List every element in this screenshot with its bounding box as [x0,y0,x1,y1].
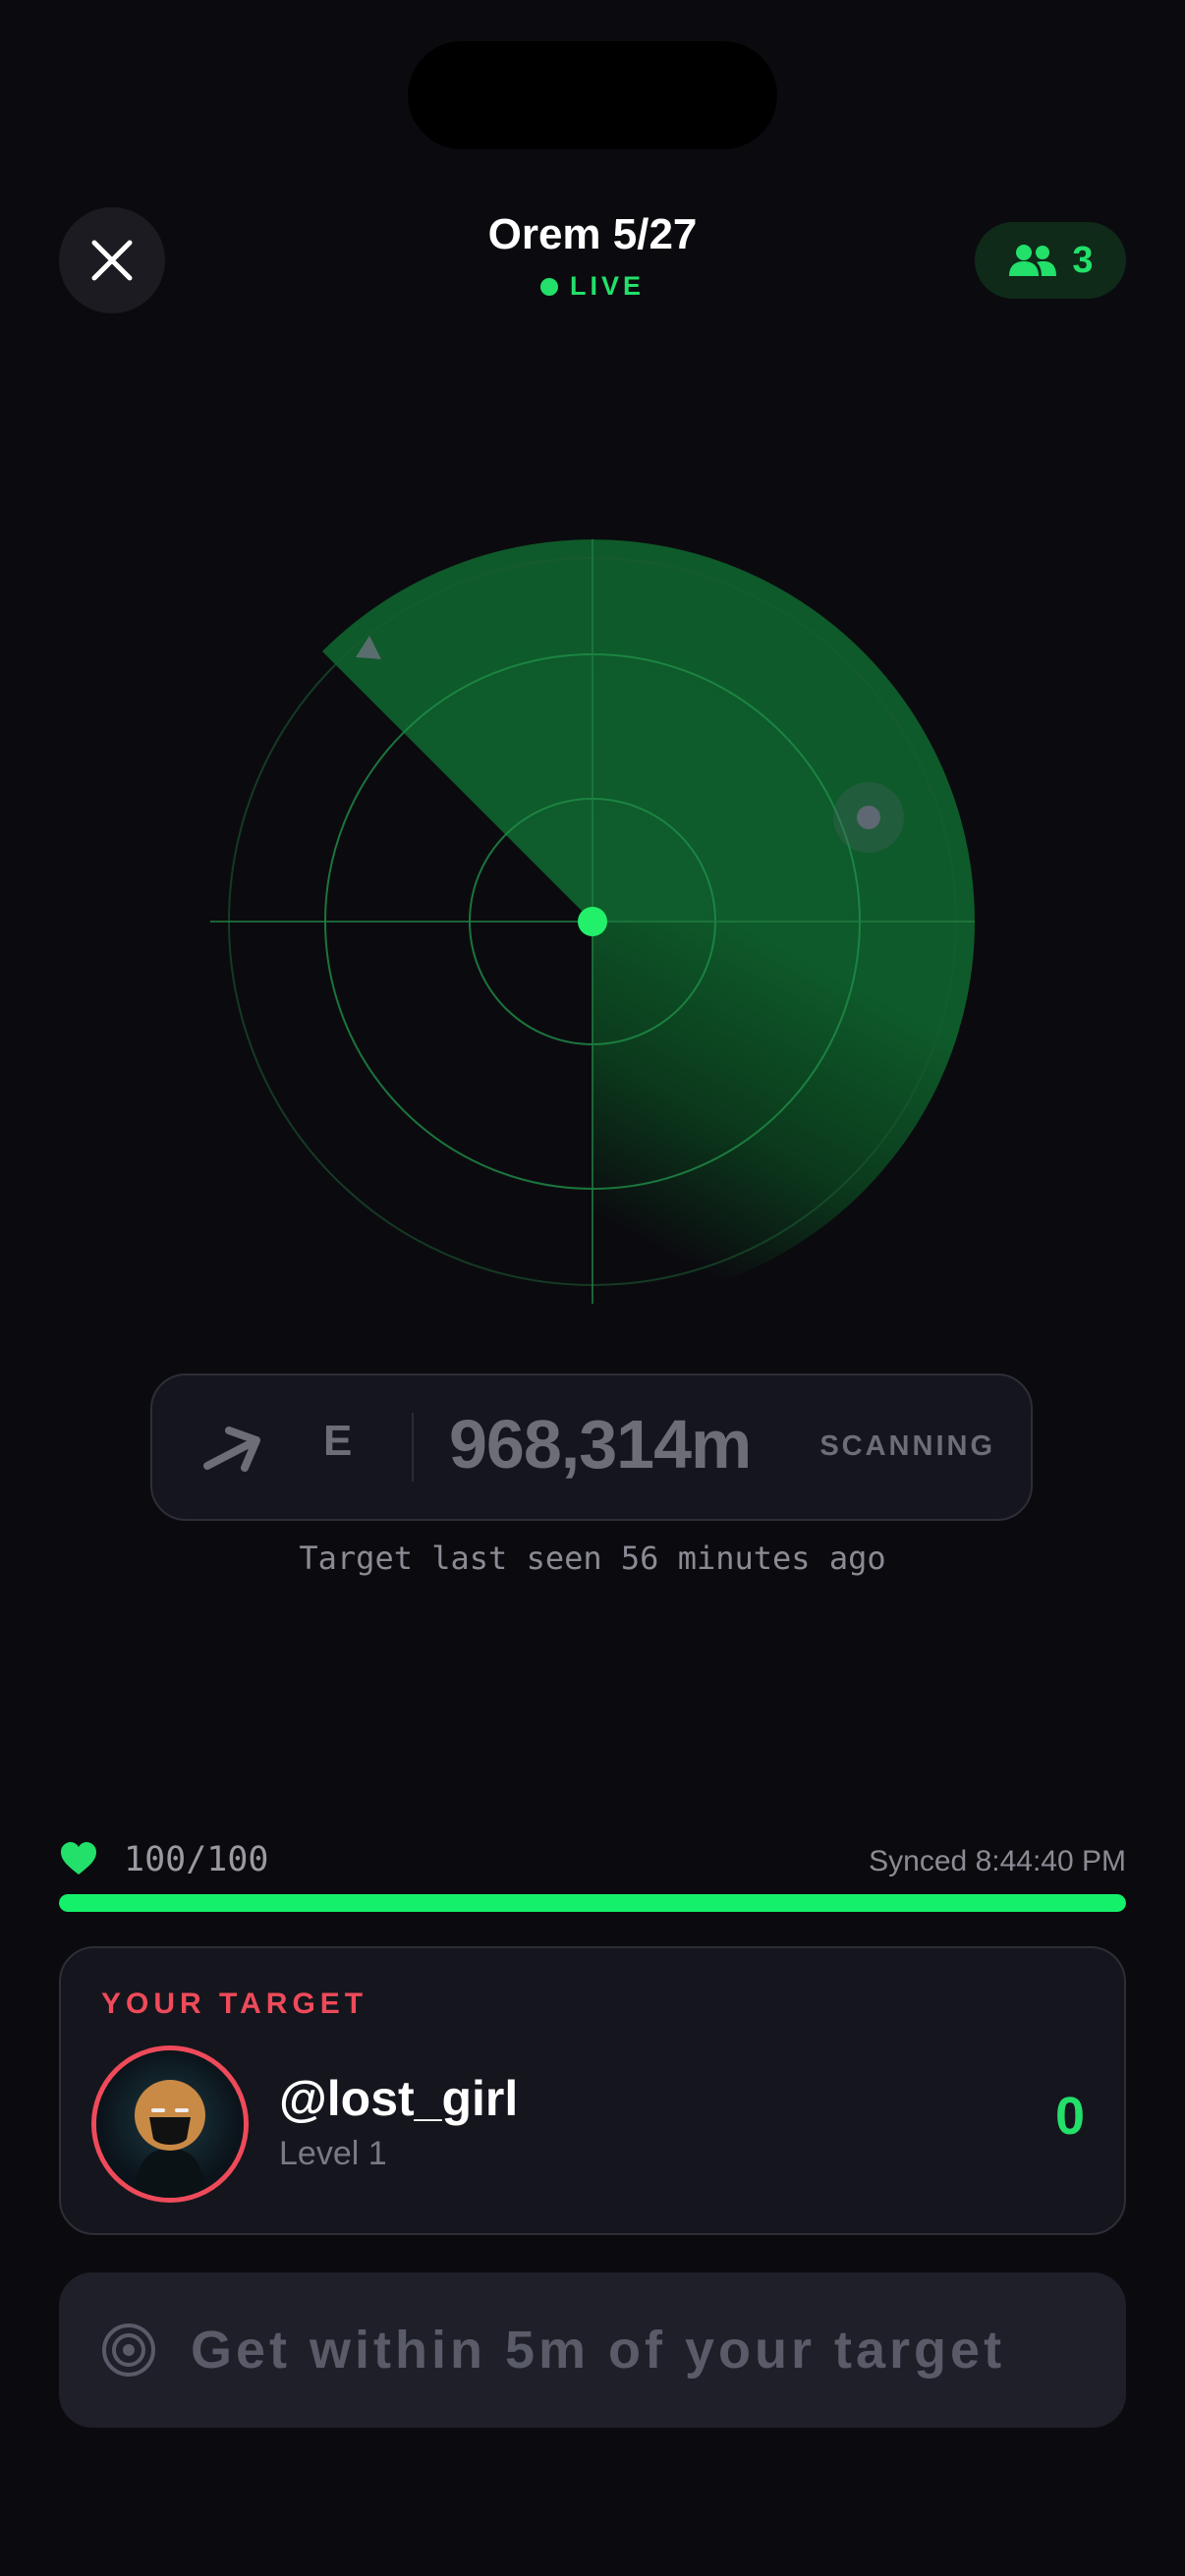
radar-sweep [322,539,975,922]
health-bar-fill [59,1894,1126,1912]
radar-center-dot [578,907,607,936]
target-label: YOUR TARGET [101,1988,368,2020]
avatar[interactable] [91,2045,249,2203]
target-score: 0 [1054,2087,1085,2146]
arrow-icon [203,1427,260,1472]
avatar-image [96,2050,244,2198]
heart-icon [61,1842,96,1875]
live-label: LIVE [569,271,645,301]
health-bar [59,1894,1126,1912]
health-value: 100/100 [124,1840,269,1879]
last-seen-text: Target last seen 56 minutes ago [299,1540,886,1577]
users-icon [1009,245,1057,276]
sync-status: Synced 8:44:40 PM [869,1845,1126,1877]
divider [412,1413,414,1482]
dynamic-island [408,41,777,149]
target-username: @lost_girl [279,2071,519,2126]
get-within-label: Get within 5m of your target [191,2321,1006,2380]
get-within-button[interactable]: Get within 5m of your target [59,2272,1126,2428]
players-button[interactable]: 3 [975,222,1126,299]
players-count: 3 [1072,239,1094,281]
target-level: Level 1 [279,2135,387,2172]
radar [210,539,975,1304]
radar-sweep-trail [592,922,975,1304]
target-icon [102,2324,155,2377]
live-dot-icon [539,277,558,296]
distance-value: 968,314m [449,1406,752,1483]
navigation-panel: E 968,314m SCANNING [150,1373,1033,1521]
target-card[interactable]: YOUR TARGET @lost_girl Level 1 0 [59,1946,1126,2235]
scan-status: SCANNING [819,1430,995,1462]
player-blip [857,806,880,829]
direction-label: E [323,1417,353,1465]
